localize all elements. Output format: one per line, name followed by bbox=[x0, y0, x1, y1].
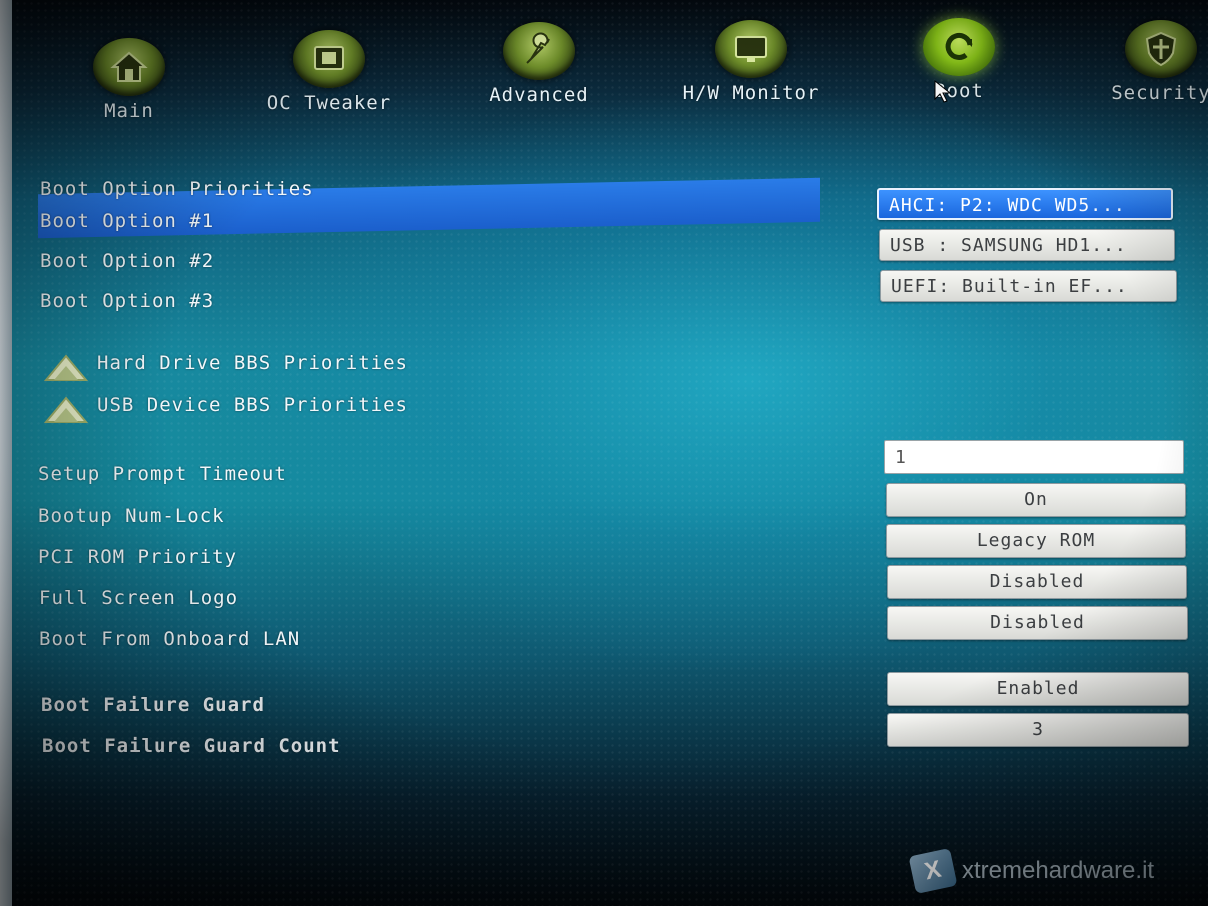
boot-option-2-value[interactable]: USB : SAMSUNG HD1... bbox=[879, 229, 1175, 261]
boot-failure-guard-select[interactable]: Enabled bbox=[887, 672, 1189, 706]
setting-label-boot-failure-guard[interactable]: Boot Failure Guard bbox=[41, 694, 265, 716]
tab-label: Main bbox=[104, 100, 154, 122]
boot-option-2-label[interactable]: Boot Option #2 bbox=[40, 250, 214, 272]
setting-label-full-screen-logo[interactable]: Full Screen Logo bbox=[39, 587, 238, 609]
monitor-chip-icon bbox=[293, 30, 365, 88]
boot-option-3-value[interactable]: UEFI: Built-in EF... bbox=[880, 270, 1177, 302]
setting-label-pci-rom-priority[interactable]: PCI ROM Priority bbox=[38, 546, 237, 568]
setup-prompt-timeout-input[interactable]: 1 bbox=[884, 440, 1184, 474]
shield-icon bbox=[1125, 20, 1197, 78]
refresh-icon bbox=[923, 18, 995, 76]
setting-label-setup-prompt-timeout[interactable]: Setup Prompt Timeout bbox=[38, 463, 287, 485]
wrench-icon bbox=[503, 22, 575, 80]
full-screen-logo-select[interactable]: Disabled bbox=[887, 565, 1187, 599]
submenu-arrow-icon bbox=[44, 396, 88, 423]
watermark: X xtremehardware.it bbox=[908, 848, 1155, 894]
mouse-cursor-icon bbox=[934, 80, 952, 103]
tab-hw-monitor[interactable]: H/W Monitor bbox=[666, 20, 836, 104]
setting-label-bootup-num-lock[interactable]: Bootup Num-Lock bbox=[38, 505, 225, 527]
pci-rom-priority-select[interactable]: Legacy ROM bbox=[886, 524, 1186, 558]
watermark-text: xtremehardware.it bbox=[962, 857, 1155, 884]
tab-security[interactable]: Security bbox=[1076, 20, 1208, 104]
tab-main[interactable]: Main bbox=[44, 38, 214, 122]
boot-failure-guard-count-select[interactable]: 3 bbox=[887, 713, 1189, 747]
screen-edge bbox=[0, 0, 12, 906]
tab-advanced[interactable]: Advanced bbox=[454, 22, 624, 106]
tab-label: Advanced bbox=[489, 84, 589, 106]
boot-option-3-label[interactable]: Boot Option #3 bbox=[40, 290, 214, 312]
home-icon bbox=[93, 38, 165, 96]
boot-option-1-label[interactable]: Boot Option #1 bbox=[40, 210, 214, 232]
setting-label-boot-failure-guard-count[interactable]: Boot Failure Guard Count bbox=[42, 735, 341, 757]
setting-label-boot-from-onboard-lan[interactable]: Boot From Onboard LAN bbox=[39, 628, 300, 650]
submenu-usb-device-bbs[interactable]: USB Device BBS Priorities bbox=[97, 394, 408, 416]
submenu-hard-drive-bbs[interactable]: Hard Drive BBS Priorities bbox=[97, 352, 408, 374]
submenu-arrow-icon bbox=[44, 354, 88, 381]
boot-option-1-value[interactable]: AHCI: P2: WDC WD5... bbox=[877, 188, 1173, 220]
bios-screen: Main OC Tweaker Advanced H/W Monitor Boo… bbox=[0, 0, 1208, 906]
bootup-num-lock-select[interactable]: On bbox=[886, 483, 1186, 517]
boot-from-onboard-lan-select[interactable]: Disabled bbox=[887, 606, 1188, 640]
watermark-logo: X bbox=[908, 848, 958, 894]
tab-label: H/W Monitor bbox=[682, 82, 820, 104]
tab-oc-tweaker[interactable]: OC Tweaker bbox=[244, 30, 414, 114]
boot-priorities-heading: Boot Option Priorities bbox=[40, 178, 314, 200]
tab-label: OC Tweaker bbox=[266, 92, 392, 114]
tab-label: Security bbox=[1111, 82, 1208, 104]
monitor-icon bbox=[715, 20, 787, 78]
tab-boot[interactable]: Boot bbox=[874, 18, 1044, 102]
